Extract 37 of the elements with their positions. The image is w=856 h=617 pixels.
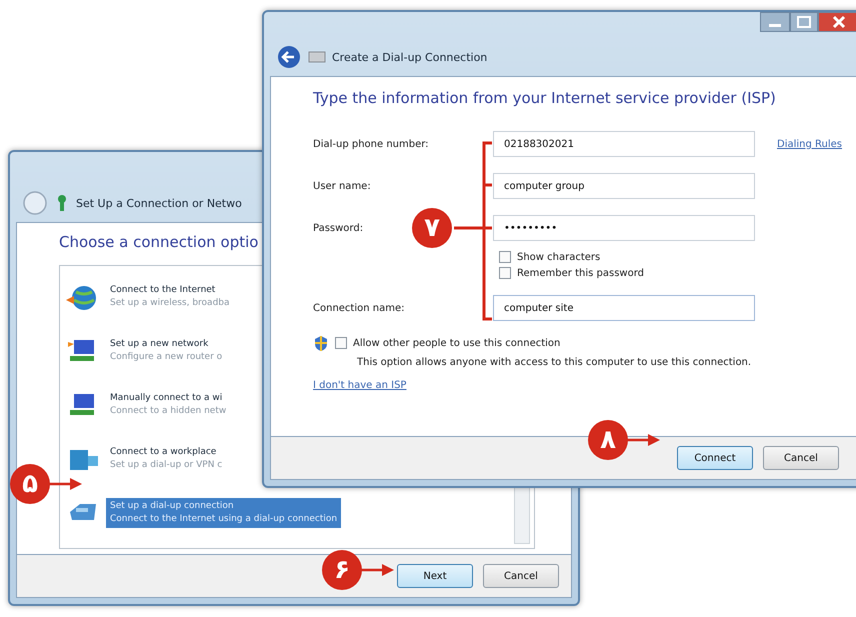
back-button-icon [22,190,48,216]
maximize-icon [790,12,818,32]
option-note: This option allows anyone with access to this computer to use this connection. [357,357,752,368]
bracket-icon [454,141,494,321]
cancel-button[interactable]: Cancel [483,564,559,588]
field-label: Dial-up phone number: [313,138,429,150]
option-item[interactable]: Set up a new network Configure a new router o [106,336,226,366]
input-field[interactable]: ••••••••• [493,215,755,241]
checkbox-label: Show characters [517,252,600,262]
no-isp-link[interactable]: I don't have an ISP [313,380,406,391]
input-field[interactable]: computer group [493,173,755,199]
field-label: Password: [313,222,364,234]
option-item[interactable]: Connect to the Internet Set up a wireless, broadba [106,282,234,312]
field-label: Connection name: [313,302,404,314]
dialing-rules-link[interactable]: Dialing Rules [777,138,856,150]
shield-icon [313,335,329,351]
field-label: User name: [313,180,371,192]
window-title: Set Up a Connection or Netwo [76,196,242,210]
option-item[interactable]: Set up a dial-up connection Connect to the Internet using a dial-up connection [106,498,342,528]
connect-button[interactable]: Connect [677,446,753,470]
next-button[interactable]: Next [397,564,473,588]
option-item[interactable]: Connect to a workplace Set up a dial-up or VPN c [106,444,226,474]
cancel-button[interactable]: Cancel [763,446,839,470]
minimize-icon [760,12,790,32]
checkbox-label: Allow other people to use this connection [353,338,560,348]
checkbox[interactable] [499,251,511,263]
checkbox[interactable] [335,337,347,349]
back-button-icon [276,44,302,70]
page-heading: Choose a connection optio [59,233,258,251]
input-field[interactable]: 02188302021 [493,131,755,157]
option-item[interactable]: Manually connect to a wi Connect to a hidden netw [106,390,230,420]
checkbox[interactable] [499,267,511,279]
window-title: Create a Dial-up Connection [332,50,488,64]
input-field[interactable]: computer site [493,295,755,321]
close-icon [818,12,856,32]
checkbox-label: Remember this password [517,268,644,278]
page-heading: Type the information from your Internet service provider (ISP) [313,89,776,107]
